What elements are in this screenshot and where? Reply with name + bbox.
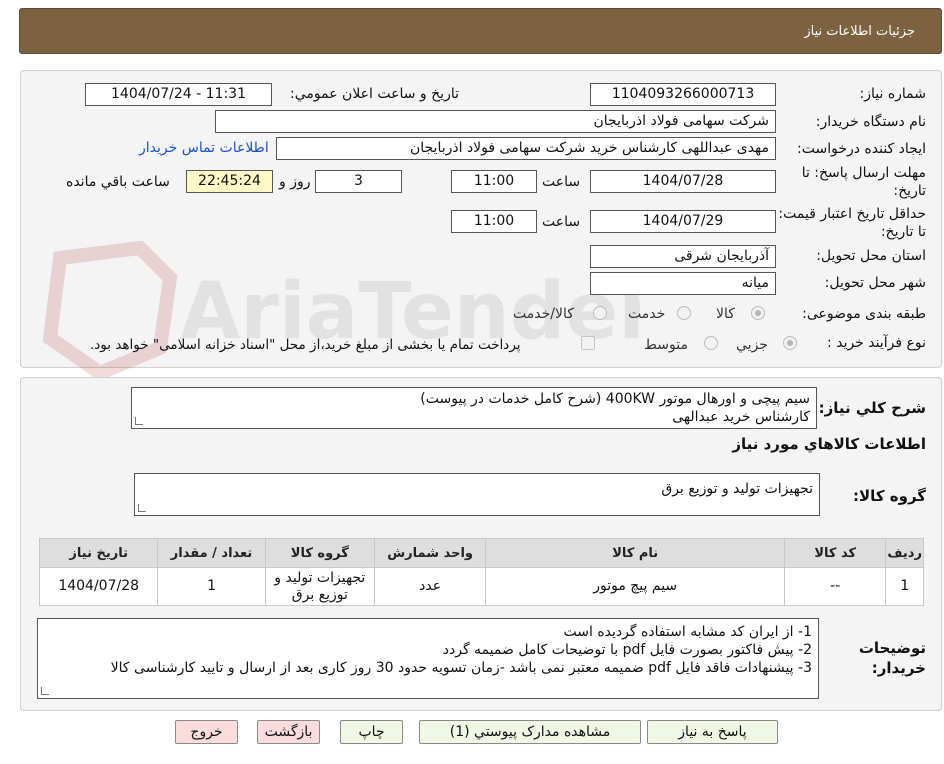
page-title: جزئیات اطلاعات نیاز — [804, 24, 915, 39]
summary-line-2: کارشناس خرید عبدالهی — [672, 409, 810, 425]
print-button[interactable]: چاپ — [340, 720, 403, 744]
buyer-contact-link[interactable]: اطلاعات تماس خريدار — [139, 140, 269, 156]
col-header-item-group: گروه کالا — [264, 538, 375, 568]
summary-textarea[interactable]: سیم پیچی و اورهال موتور 400KW (شرح کامل … — [131, 387, 817, 429]
category-label: طبقه بندی موضوعی: — [802, 306, 926, 322]
cell-item-name: سیم پیچ موتور — [485, 567, 786, 606]
table-row: 1 -- سیم پیچ موتور عدد تجهیزات تولید و ت… — [38, 567, 924, 606]
need-number-field: 1104093266000713 — [590, 83, 776, 106]
treasury-payment-checkbox[interactable] — [581, 336, 595, 350]
requester-field: مهدی عبداللهی کارشناس خرید شرکت سهامی فو… — [276, 137, 776, 160]
cell-item-code: -- — [784, 567, 887, 606]
goods-group-value: تجهیزات تولید و توزیع برق — [661, 481, 813, 497]
page-header: جزئیات اطلاعات نیاز — [19, 8, 942, 54]
goods-group-label: گروه كالا: — [853, 487, 926, 505]
buyer-note-line-1: 1- از ایران کد مشابه استفاده گردیده است — [563, 624, 812, 640]
back-button[interactable]: بازگشت — [257, 720, 320, 744]
price-validity-time-label: ساعت — [542, 214, 581, 230]
process-minor-label: جزيي — [736, 337, 768, 353]
summary-line-1: سیم پیچی و اورهال موتور 400KW (شرح کامل … — [420, 391, 810, 407]
items-table: رديف کد کالا نام کالا واحد شمارش گروه کا… — [38, 538, 924, 606]
remaining-time-label: ساعت باقي مانده — [66, 174, 170, 190]
goods-section-title: اطلاعات كالاهاي مورد نياز — [732, 435, 926, 453]
remaining-time-field: 22:45:24 — [186, 170, 273, 193]
col-header-quantity: تعداد / مقدار — [157, 538, 266, 568]
category-goods-label: کالا — [716, 306, 735, 322]
process-type-label: نوع فرآيند خريد : — [827, 335, 926, 351]
view-attachments-button[interactable]: مشاهده مدارک پيوستي (1) — [419, 720, 641, 744]
price-validity-label: حداقل تاريخ اعتبار قيمت: تا تاريخ: — [778, 206, 926, 240]
buyer-note-line-3: 3- پیشنهادات فاقد فایل pdf ضمیمه معتبر ن… — [110, 660, 812, 676]
col-header-row-number: رديف — [885, 538, 924, 568]
process-medium-radio[interactable] — [704, 336, 718, 350]
process-medium-label: متوسط — [644, 337, 688, 353]
category-service-radio[interactable] — [677, 306, 691, 320]
summary-label: شرح كلي نياز: — [818, 399, 926, 417]
col-header-need-date: تاریخ نیاز — [38, 538, 159, 568]
buyer-note-line-2: 2- پیش فاکتور بصورت فایل pdf با توضیحات … — [442, 642, 812, 658]
category-service-label: خدمت — [628, 306, 666, 322]
buyer-org-field: شرکت سهامی فولاد اذربایجان — [215, 110, 776, 133]
announce-date-label: تاریخ و ساعت اعلان عمومي: — [290, 86, 459, 102]
city-label: شهر محل تحويل: — [824, 275, 926, 291]
province-field: آذربايجان شرقی — [590, 245, 776, 268]
resize-grip-icon[interactable] — [135, 417, 143, 425]
requester-label: ايجاد کننده درخواست: — [797, 141, 926, 157]
city-field: میانه — [590, 272, 776, 295]
cell-need-date: 1404/07/28 — [38, 567, 159, 606]
province-label: استان محل تحويل: — [816, 248, 926, 264]
col-header-unit: واحد شمارش — [373, 538, 487, 568]
announce-date-field: 1404/07/24 - 11:31 — [85, 83, 272, 106]
deadline-time-label: ساعت — [542, 174, 581, 190]
buyer-notes-textarea[interactable]: 1- از ایران کد مشابه استفاده گردیده است … — [37, 618, 819, 699]
deadline-label: مهلت ارسال پاسخ: تا تاریخ: — [801, 165, 926, 199]
treasury-payment-note: پرداخت تمام یا بخشی از مبلغ خرید،از محل … — [90, 337, 521, 353]
resize-grip-icon[interactable] — [138, 504, 146, 512]
goods-group-textarea[interactable]: تجهیزات تولید و توزیع برق — [134, 473, 820, 516]
col-header-item-name: نام کالا — [485, 538, 786, 568]
items-table-header-row: رديف کد کالا نام کالا واحد شمارش گروه کا… — [38, 538, 924, 568]
remaining-days-label: روز و — [279, 174, 311, 190]
category-goods-radio[interactable] — [751, 306, 765, 320]
reply-to-need-button[interactable]: پاسخ به نياز — [647, 720, 778, 744]
cell-item-group: تجهیزات تولید و توزیع برق — [264, 567, 375, 606]
category-both-label: کالا/خدمت — [513, 306, 574, 322]
need-number-label: شماره نیاز: — [859, 86, 927, 102]
resize-grip-icon[interactable] — [41, 687, 49, 695]
deadline-date-field: 1404/07/28 — [590, 170, 776, 193]
buyer-notes-label: توضيحات خريدار: — [858, 639, 926, 677]
category-both-radio[interactable] — [593, 306, 607, 320]
price-validity-time-field: 11:00 — [451, 210, 537, 233]
cell-row-number: 1 — [885, 567, 924, 606]
cell-quantity: 1 — [157, 567, 266, 606]
buyer-org-label: نام دستگاه خريدار: — [815, 114, 926, 130]
process-minor-radio[interactable] — [783, 336, 797, 350]
col-header-item-code: کد کالا — [784, 538, 887, 568]
remaining-days-field: 3 — [315, 170, 402, 193]
cell-unit: عدد — [373, 567, 487, 606]
deadline-time-field: 11:00 — [451, 170, 537, 193]
exit-button[interactable]: خروج — [175, 720, 238, 744]
price-validity-date-field: 1404/07/29 — [590, 210, 776, 233]
